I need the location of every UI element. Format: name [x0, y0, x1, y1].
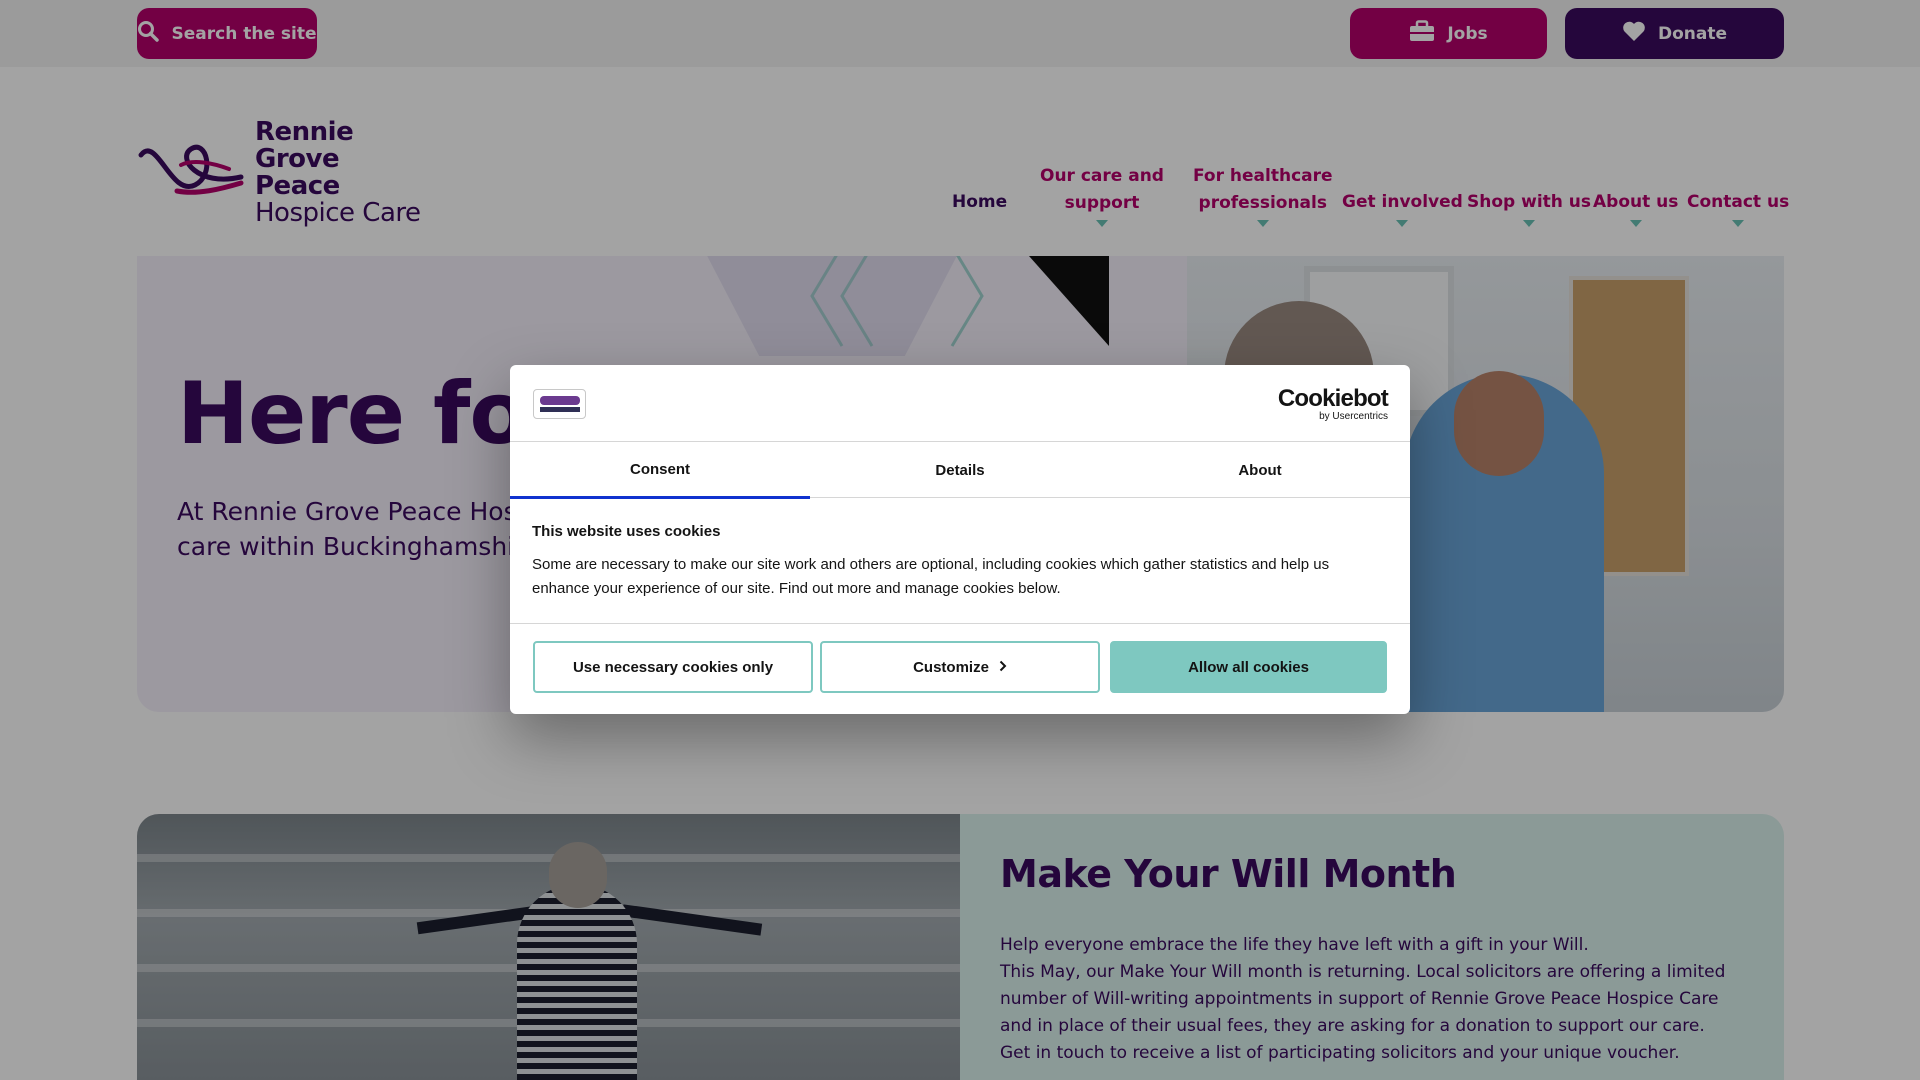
cookiebot-subtitle: by Usercentrics: [1319, 411, 1388, 422]
tab-about[interactable]: About: [1110, 442, 1410, 498]
cookiebot-brand: Cookiebot: [1277, 385, 1389, 412]
use-necessary-cookies-button[interactable]: Use necessary cookies only: [533, 641, 813, 693]
tab-details[interactable]: Details: [810, 442, 1110, 498]
cookie-description: Some are necessary to make our site work…: [532, 556, 1330, 597]
cookie-tabs: Consent Details About: [510, 442, 1410, 499]
chevron-right-icon: [999, 659, 1007, 676]
necessary-button-label: Use necessary cookies only: [572, 658, 774, 676]
site-logo-thumbnail: [533, 389, 586, 419]
logo-thumbnail-mark: [539, 396, 580, 405]
customize-button[interactable]: Customize: [820, 641, 1100, 693]
cookie-dialog-footer: Use necessary cookies only Customize All…: [510, 623, 1410, 714]
cookie-consent-dialog: Cookiebot by Usercentrics Consent Detail…: [510, 365, 1410, 714]
cookie-dialog-body: This website uses cookies Some are neces…: [532, 523, 1388, 601]
cookie-heading: This website uses cookies: [532, 523, 721, 540]
allow-all-cookies-button[interactable]: Allow all cookies: [1110, 641, 1387, 693]
allow-button-label: Allow all cookies: [1188, 658, 1309, 676]
logo-thumbnail-text: [539, 407, 580, 412]
tab-consent[interactable]: Consent: [510, 442, 810, 499]
cookiebot-logo[interactable]: Cookiebot by Usercentrics: [1277, 385, 1389, 423]
cookie-dialog-header: Cookiebot by Usercentrics: [510, 365, 1410, 442]
customize-button-label: Customize: [913, 658, 989, 676]
